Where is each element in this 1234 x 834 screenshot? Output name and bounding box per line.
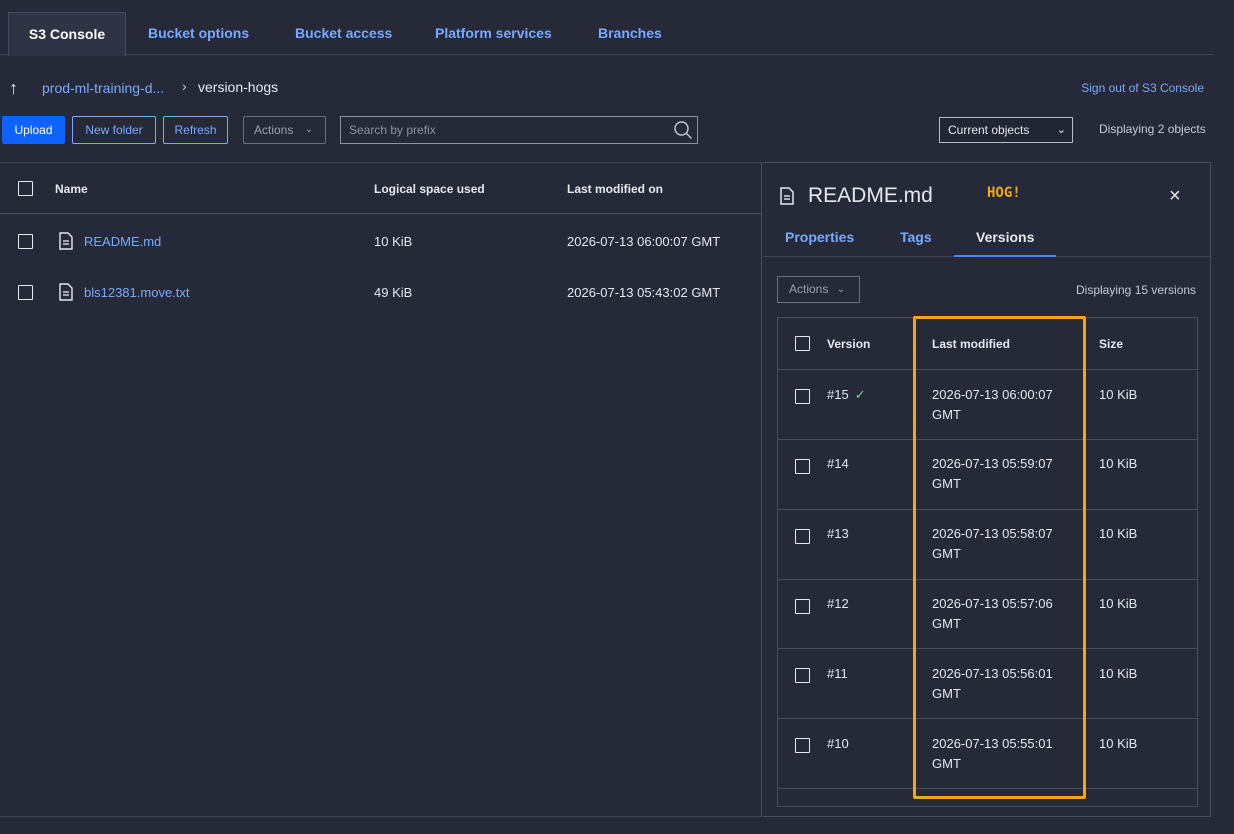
column-header-name[interactable]: Name [55,182,88,196]
version-size: 10 KiB [1099,387,1138,402]
versions-table: Version Last modified Size #15 ✓ 2026-07-… [777,317,1198,807]
search-box [340,116,698,144]
tab-bucket-access[interactable]: Bucket access [295,12,392,55]
version-checkbox[interactable] [795,738,810,753]
version-number: #10 [827,736,849,751]
version-modified: 2026-07-13 06:00:07 GMT [932,387,1053,422]
table-row: bls12381.move.txt 49 KiB 2026-07-13 05:4… [0,266,761,317]
version-modified: 2026-07-13 05:59:07 GMT [932,456,1053,491]
search-input[interactable] [341,117,661,143]
top-tab-bar: S3 Console Bucket options Bucket access … [0,0,1214,56]
objects-count: Displaying 2 objects [1099,122,1206,136]
select-all-checkbox[interactable] [18,181,33,196]
breadcrumb-current: version-hogs [198,79,279,95]
document-icon [59,232,73,250]
file-name-link[interactable]: README.md [84,234,161,249]
version-number: #15 ✓ [827,387,866,402]
version-size: 10 KiB [1099,666,1138,681]
row-checkbox[interactable] [18,234,33,249]
versions-count: Displaying 15 versions [1076,283,1197,297]
tab-platform-services[interactable]: Platform services [435,12,552,55]
chevron-down-icon: ⌄ [836,284,845,295]
tab-branches[interactable]: Branches [598,12,662,55]
tab-s3-console[interactable]: S3 Console [8,12,126,56]
actions-dropdown[interactable]: Actions ⌄ [243,116,326,144]
table-header: Name Logical space used Last modified on [0,163,761,214]
version-size: 10 KiB [1099,596,1138,611]
version-size: 10 KiB [1099,456,1138,471]
chevron-down-icon: ⌄ [304,124,313,135]
version-modified: 2026-07-13 05:58:07 GMT [932,526,1053,561]
actions-label: Actions [789,282,829,296]
version-checkbox[interactable] [795,599,810,614]
tab-bucket-options[interactable]: Bucket options [148,12,249,55]
version-checkbox[interactable] [795,668,810,683]
version-row: #11 2026-07-13 05:56:01 GMT 10 KiB [778,648,1197,718]
panel-title: README.md [808,184,933,207]
hog-badge: HOG! [987,185,1021,201]
version-size: 10 KiB [1099,526,1138,541]
file-name-link[interactable]: bls12381.move.txt [84,285,190,300]
version-checkbox[interactable] [795,459,810,474]
version-number: #14 [827,456,849,471]
file-size: 49 KiB [374,285,413,300]
select-all-versions-checkbox[interactable] [795,336,810,351]
tab-versions[interactable]: Versions [976,229,1034,245]
object-detail-panel: README.md HOG! × Properties Tags Version… [763,162,1211,817]
version-row: #14 2026-07-13 05:59:07 GMT 10 KiB [778,439,1197,509]
version-checkbox[interactable] [795,529,810,544]
column-header-last-modified[interactable]: Last modified [932,337,1010,351]
object-view-select[interactable]: Current objects ⌄ [939,117,1073,143]
row-checkbox[interactable] [18,285,33,300]
version-modified: 2026-07-13 05:55:01 GMT [932,736,1053,771]
version-row: #15 ✓ 2026-07-13 06:00:07 GMT 10 KiB [778,369,1197,439]
search-icon[interactable] [673,120,693,140]
version-modified: 2026-07-13 05:56:01 GMT [932,666,1053,701]
tab-properties[interactable]: Properties [785,229,854,245]
version-row: #13 2026-07-13 05:58:07 GMT 10 KiB [778,509,1197,579]
version-number: #13 [827,526,849,541]
column-header-size[interactable]: Size [1099,337,1123,351]
checkmark-icon: ✓ [854,387,866,402]
new-folder-button[interactable]: New folder [72,116,156,144]
versions-actions-dropdown[interactable]: Actions ⌄ [777,276,860,303]
version-row [778,788,1197,806]
tab-tags[interactable]: Tags [900,229,932,245]
breadcrumb-parent-link[interactable]: prod-ml-training-d... [42,80,164,96]
file-modified: 2026-07-13 05:43:02 GMT [567,285,721,300]
column-header-modified[interactable]: Last modified on [567,182,663,196]
version-number: #12 [827,596,849,611]
object-view-value: Current objects [948,123,1030,137]
file-modified: 2026-07-13 06:00:07 GMT [567,234,721,249]
version-size: 10 KiB [1099,736,1138,751]
refresh-button[interactable]: Refresh [163,116,228,144]
document-icon [59,283,73,301]
up-arrow-icon[interactable]: ↑ [9,78,18,99]
column-header-version[interactable]: Version [827,337,870,351]
chevron-down-icon: ⌄ [1056,124,1066,136]
version-row: #10 2026-07-13 05:55:01 GMT 10 KiB [778,718,1197,788]
version-checkbox[interactable] [795,389,810,404]
sign-out-link[interactable]: Sign out of S3 Console [1081,81,1204,95]
actions-label: Actions [254,123,294,137]
panel-tabs: Properties Tags Versions [763,220,1210,257]
column-header-size[interactable]: Logical space used [374,182,485,196]
active-tab-indicator [954,255,1056,257]
file-size: 10 KiB [374,234,413,249]
document-icon [780,187,794,205]
version-modified: 2026-07-13 05:57:06 GMT [932,596,1053,631]
version-number: #11 [827,666,848,681]
close-icon[interactable]: × [1169,185,1181,208]
table-row: README.md 10 KiB 2026-07-13 06:00:07 GMT [0,215,761,266]
chevron-right-icon: › [182,78,187,94]
version-row: #12 2026-07-13 05:57:06 GMT 10 KiB [778,579,1197,649]
upload-button[interactable]: Upload [2,116,65,144]
objects-table: Name Logical space used Last modified on… [0,162,762,817]
